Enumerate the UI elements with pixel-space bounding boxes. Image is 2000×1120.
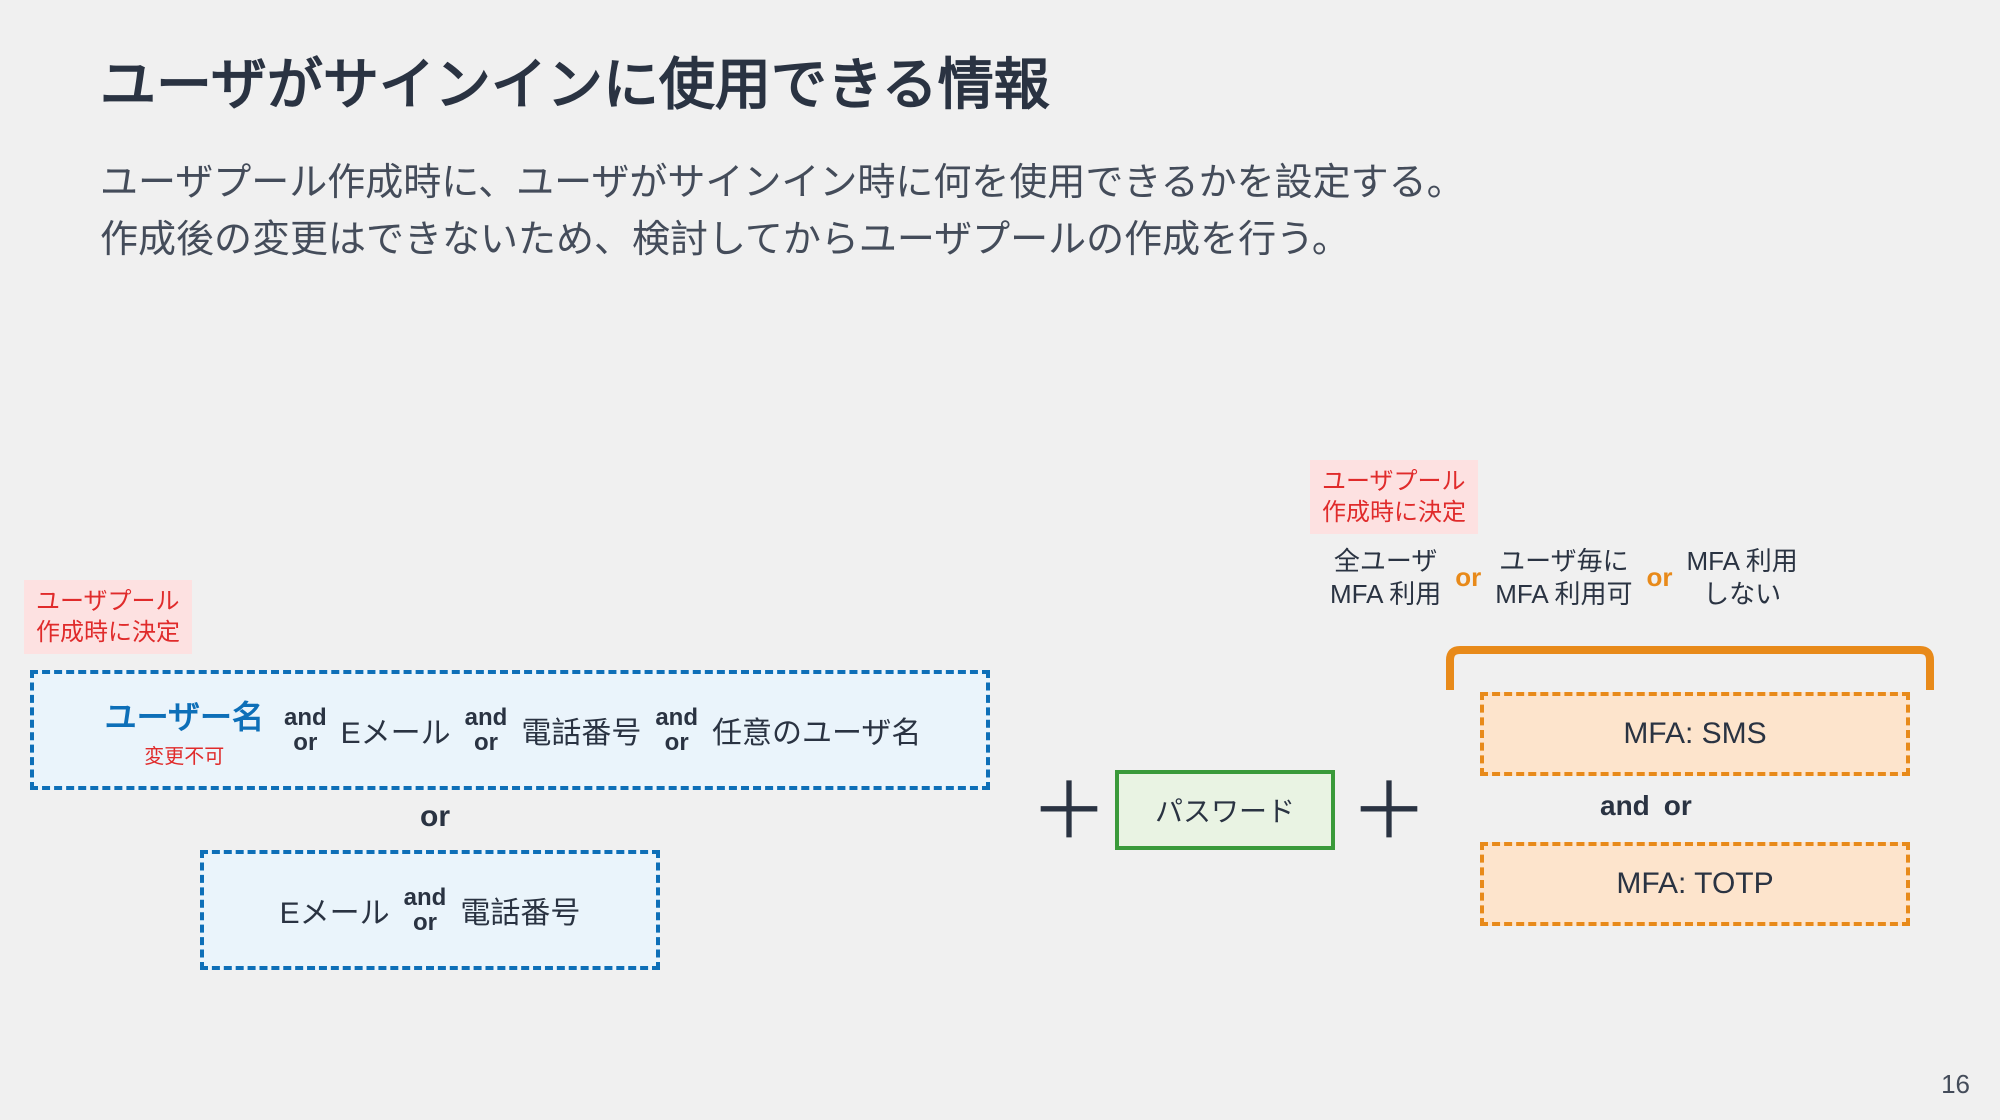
mfa-bracket — [1440, 640, 1940, 690]
mfa-or-1: or — [1455, 562, 1481, 593]
and-or-4: andor — [404, 885, 447, 935]
and-or-1: andor — [284, 705, 327, 755]
mfa-totp-box: MFA: TOTP — [1480, 842, 1910, 926]
page-description: ユーザプール作成時に、ユーザがサインイン時に何を使用できるかを設定する。作成後の… — [100, 155, 1465, 269]
identifier-rows-or: or — [420, 800, 450, 834]
page-number: 16 — [1941, 1069, 1970, 1100]
mfa-opt-all: 全ユーザMFA 利用 — [1330, 545, 1441, 610]
mfa-opt-none: MFA 利用しない — [1687, 545, 1798, 610]
mfa-policy-options: 全ユーザMFA 利用 or ユーザ毎にMFA 利用可 or MFA 利用しない — [1330, 545, 1798, 610]
identifier-email-1: Eメール — [341, 708, 451, 752]
username-immutable: 変更不可 — [105, 740, 264, 769]
identifier-phone-2: 電話番号 — [460, 888, 580, 932]
and-or-3: andor — [655, 705, 698, 755]
plus-icon-1: ＋ — [1030, 772, 1108, 850]
mfa-and-or: andor — [1600, 790, 1692, 822]
identifier-phone-1: 電話番号 — [521, 708, 641, 752]
username-label: ユーザー名 — [105, 692, 264, 738]
mfa-or-2: or — [1647, 562, 1673, 593]
note-userpool-left: ユーザプール作成時に決定 — [24, 580, 192, 654]
password-box: パスワード — [1115, 770, 1335, 850]
identifier-alias: 任意のユーザ名 — [712, 708, 921, 752]
plus-icon-2: ＋ — [1350, 772, 1428, 850]
identifier-row-1: ユーザー名 変更不可 andor Eメール andor 電話番号 andor 任… — [30, 670, 990, 790]
mfa-sms-box: MFA: SMS — [1480, 692, 1910, 776]
mfa-opt-per: ユーザ毎にMFA 利用可 — [1495, 545, 1632, 610]
identifier-email-2: Eメール — [280, 888, 390, 932]
identifier-username: ユーザー名 変更不可 — [99, 692, 270, 769]
identifier-row-2: Eメール andor 電話番号 — [200, 850, 660, 970]
page-title: ユーザがサインインに使用できる情報 — [100, 40, 1050, 121]
and-or-2: andor — [465, 705, 508, 755]
note-userpool-right: ユーザプール作成時に決定 — [1310, 460, 1478, 534]
